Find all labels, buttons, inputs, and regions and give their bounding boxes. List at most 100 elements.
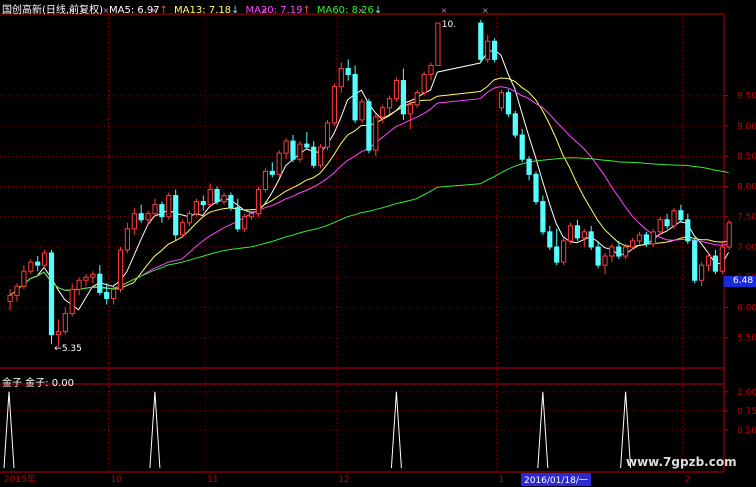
candle-body — [352, 74, 358, 121]
candle-body — [221, 195, 227, 203]
candle-body — [533, 173, 539, 203]
candle-body — [526, 158, 532, 175]
candle-body — [650, 231, 656, 245]
candle-body — [678, 210, 684, 221]
candle-body — [428, 64, 434, 76]
candle-body — [193, 201, 200, 215]
candle-body — [69, 288, 75, 315]
candle-body — [505, 92, 511, 115]
candle-body — [393, 80, 400, 100]
current-price-badge: 6.48 — [724, 276, 756, 287]
candle-body — [685, 219, 691, 242]
candle-body — [547, 231, 553, 248]
ma60-line — [9, 157, 729, 296]
candle-body — [90, 273, 96, 278]
candle-body — [519, 134, 525, 160]
cursor-date-label: 2016/01/18/一 — [521, 473, 591, 486]
signal-spike — [537, 391, 549, 469]
candle-body — [588, 231, 594, 248]
candle-body — [117, 249, 124, 290]
x-tick-label: 11 — [207, 475, 218, 485]
high-annotation: 10. — [442, 20, 456, 30]
candle-body — [242, 216, 248, 230]
candle-body — [262, 170, 268, 190]
ma13-value: MA13: 7.18↓ — [174, 5, 240, 16]
candle-body — [186, 213, 193, 224]
candle-body — [609, 246, 615, 257]
candle-body — [28, 261, 34, 272]
x-tick-label: 12 — [338, 475, 349, 485]
signal-marker: × — [441, 6, 448, 15]
sub-tick-label: 1.00 — [737, 388, 756, 398]
candle-body — [719, 246, 725, 272]
candle-body — [297, 143, 303, 160]
candle-body — [7, 294, 13, 302]
stock-name: 国创高新(日线,前复权) — [2, 5, 103, 16]
candle-body — [35, 261, 41, 266]
candle-body — [664, 219, 670, 227]
candle-body — [62, 313, 68, 333]
candle-body — [228, 195, 234, 209]
candle-body — [76, 279, 82, 290]
ma20-value: MA20: 7.19↑ — [245, 5, 311, 16]
sub-tick-label: 0.50 — [737, 426, 756, 436]
candle-body — [435, 22, 441, 66]
candle-body — [726, 222, 732, 248]
candle-body — [214, 188, 220, 203]
candle-body — [692, 240, 698, 281]
candle-body — [180, 222, 186, 236]
candle-body — [373, 116, 379, 151]
candle-body — [380, 107, 386, 118]
candle-body — [643, 234, 649, 245]
ma60-value: MA60: 8.26↓ — [316, 5, 383, 16]
candle-body — [159, 204, 165, 218]
candle-body — [83, 276, 89, 281]
candle-body — [567, 225, 574, 242]
candle-body — [414, 92, 420, 106]
candle-body — [21, 270, 27, 287]
candle-body — [249, 213, 255, 218]
candle-body — [630, 240, 636, 248]
candle-body — [359, 101, 365, 121]
candle-body — [207, 188, 213, 206]
candle-body — [671, 210, 677, 227]
candle-body — [290, 140, 296, 160]
candle-body — [276, 152, 282, 175]
candle-body — [124, 228, 131, 251]
candle-body — [421, 74, 427, 94]
candle-body — [255, 188, 262, 215]
y-tick-label: 9.50 — [737, 92, 756, 102]
candle-body — [478, 22, 484, 60]
x-tick-label: 2015年 — [4, 473, 36, 485]
candle-body — [602, 255, 608, 266]
candle-body — [235, 207, 241, 230]
candle-body — [318, 146, 324, 166]
signal-spike — [149, 391, 161, 469]
chart-header: 国创高新(日线,前复权) MA5: 6.97↑ MA13: 7.18↓ MA20: 7… — [2, 1, 388, 16]
x-tick-label: 2 — [685, 475, 691, 485]
candle-body — [705, 255, 712, 266]
candle-body — [173, 195, 179, 236]
candle-body — [55, 331, 61, 336]
candle-body — [324, 122, 331, 148]
sub-tick-label: 0.75 — [737, 407, 756, 417]
candle-body — [111, 288, 117, 299]
candle-body — [657, 219, 663, 233]
candle-body — [304, 143, 310, 148]
candle-body — [269, 170, 275, 175]
candle-body — [366, 101, 372, 151]
y-tick-label: 8.00 — [737, 182, 756, 192]
candle-body — [400, 80, 406, 115]
chart-canvas[interactable]: 9.509.008.508.007.507.006.506.005.502015… — [0, 0, 756, 487]
candle-body — [498, 92, 505, 109]
candle-body — [345, 67, 351, 76]
ma5-value: MA5: 6.97↑ — [108, 5, 169, 16]
candle-body — [338, 67, 344, 88]
candle-body — [595, 246, 601, 266]
candle-body — [283, 140, 289, 154]
y-tick-label: 6.00 — [737, 303, 756, 313]
candle-body — [636, 234, 643, 242]
candle-body — [104, 291, 110, 299]
candle-body — [407, 104, 413, 115]
candle-body — [166, 195, 172, 218]
